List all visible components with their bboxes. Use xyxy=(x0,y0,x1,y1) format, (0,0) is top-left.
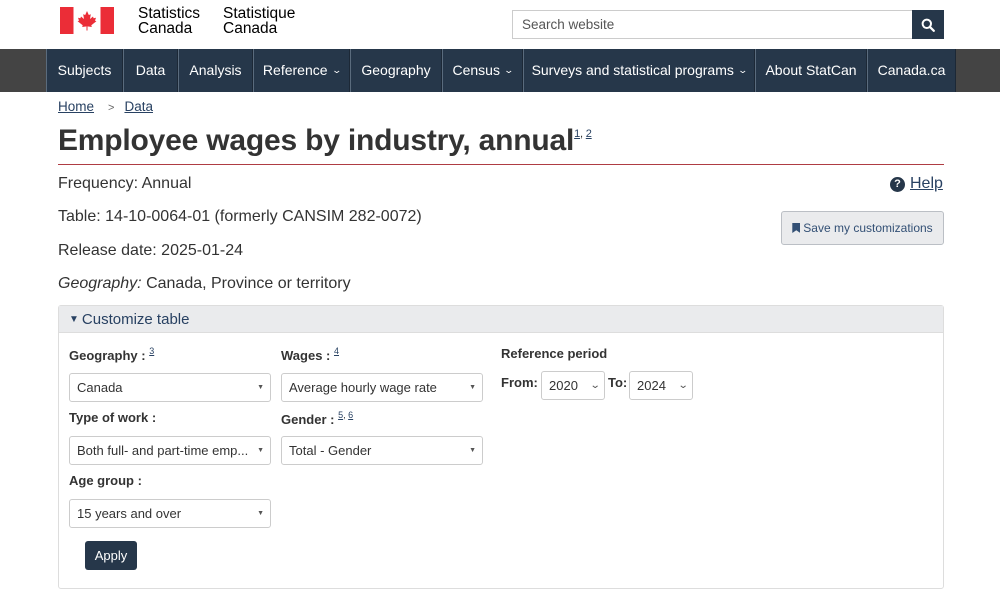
label-text: Geography : xyxy=(69,348,146,363)
dropdown-arrow-icon: ▼ xyxy=(257,510,264,517)
nav-item-subjects[interactable]: Subjects xyxy=(46,49,123,92)
footnote-link-6[interactable]: 6 xyxy=(348,410,353,420)
selected-value: Canada xyxy=(77,380,123,395)
search-button[interactable] xyxy=(912,10,944,39)
type-of-work-select[interactable]: Both full- and part-time emp... ▼ xyxy=(69,436,271,465)
breadcrumb: Home > Data xyxy=(58,99,153,114)
nav-item-data[interactable]: Data xyxy=(123,49,178,92)
footnote: 4 xyxy=(334,346,339,356)
dropdown-arrow-icon: ▼ xyxy=(469,447,476,454)
footnote-link-3[interactable]: 3 xyxy=(149,346,154,356)
page-title-text: Employee wages by industry, annual xyxy=(58,124,575,157)
wages-select[interactable]: Average hourly wage rate ▼ xyxy=(281,373,483,402)
type-of-work-select-label: Type of work : xyxy=(69,410,157,425)
title-divider xyxy=(58,164,944,165)
geography-select[interactable]: Canada ▼ xyxy=(69,373,271,402)
customize-table-panel: ▼ Customize table Geography : 3 Canada ▼ W… xyxy=(58,305,944,589)
chevron-down-icon: ⌄ xyxy=(737,65,748,75)
dropdown-arrow-icon: ▼ xyxy=(257,447,264,454)
help-link[interactable]: ? Help xyxy=(890,175,943,193)
triangle-down-icon: ▼ xyxy=(69,314,79,325)
nav-item-label: Geography xyxy=(361,62,431,78)
nav-item-geography[interactable]: Geography xyxy=(350,49,442,92)
breadcrumb-separator: > xyxy=(108,102,115,114)
chevron-down-icon: ⌄ xyxy=(503,65,515,75)
breadcrumb-data-link[interactable]: Data xyxy=(124,99,153,114)
main-nav-menu: Subjects Data Analysis Reference ⌄ Geogra… xyxy=(46,49,956,92)
search-icon xyxy=(921,18,935,32)
nav-item-label: Data xyxy=(135,62,166,78)
label-text: Wages : xyxy=(281,348,331,363)
nav-item-about[interactable]: About StatCan xyxy=(755,49,867,92)
dropdown-arrow-icon: ▼ xyxy=(257,384,264,391)
selected-value: Average hourly wage rate xyxy=(289,380,437,395)
brand-fr-line-2: Canada xyxy=(223,19,278,37)
page-title: Employee wages by industry, annual1, 2 xyxy=(58,124,592,158)
from-label: From: xyxy=(501,375,538,390)
brand-french[interactable]: Statistique Canada xyxy=(223,6,295,37)
save-customizations-button[interactable]: Save my customizations xyxy=(781,211,944,245)
selected-value: 2024 xyxy=(637,378,666,393)
chevron-down-icon: ⌄ xyxy=(589,380,601,391)
nav-item-canada-ca[interactable]: Canada.ca xyxy=(867,49,956,92)
table-id-text: Table: 14-10-0064-01 (formerly CANSIM 28… xyxy=(58,208,422,225)
brand-english[interactable]: Statistics Canada xyxy=(138,6,200,37)
selected-value: 2020 xyxy=(549,378,578,393)
nav-item-label: Reference xyxy=(262,62,328,78)
age-group-select[interactable]: 15 years and over ▼ xyxy=(69,499,271,528)
search-input[interactable]: Search website xyxy=(512,10,913,39)
wages-select-label: Wages : 4 xyxy=(281,346,339,363)
from-year-select[interactable]: 2020 ⌄ xyxy=(541,371,605,400)
footnote-link-2[interactable]: 2 xyxy=(586,128,592,140)
gender-select[interactable]: Total - Gender ▼ xyxy=(281,436,483,465)
to-label: To: xyxy=(608,375,628,390)
footnote-separator: , xyxy=(580,128,583,140)
save-customizations-label: Save my customizations xyxy=(803,221,933,235)
nav-item-label: About StatCan xyxy=(765,62,857,78)
selected-value: 15 years and over xyxy=(77,506,182,521)
nav-item-analysis[interactable]: Analysis xyxy=(178,49,253,92)
bookmark-icon xyxy=(792,223,801,233)
to-year-select[interactable]: 2024 ⌄ xyxy=(629,371,693,400)
apply-button[interactable]: Apply xyxy=(85,541,137,570)
nav-item-label: Analysis xyxy=(189,62,242,78)
nav-item-surveys[interactable]: Surveys and statistical programs ⌄ xyxy=(523,49,755,92)
breadcrumb-home-link[interactable]: Home xyxy=(58,99,94,114)
chevron-down-icon: ⌄ xyxy=(331,65,342,75)
geography-select-label: Geography : 3 xyxy=(69,346,154,363)
gender-select-label: Gender : 5, 6 xyxy=(281,410,353,427)
help-label: Help xyxy=(910,175,943,192)
selected-value: Both full- and part-time emp... xyxy=(77,443,249,458)
footnote-separator: , xyxy=(343,410,346,420)
site-header: Statistics Canada Statistique Canada Sea… xyxy=(0,0,1000,49)
footnote: 3 xyxy=(149,346,154,356)
help-icon: ? xyxy=(890,176,905,192)
customize-table-header: ▼ Customize table xyxy=(59,306,943,333)
geography-text: Geography: Canada, Province or territory xyxy=(58,275,351,293)
geography-value: Canada, Province or territory xyxy=(146,275,351,292)
label-text: Gender : xyxy=(281,412,335,427)
selected-value: Total - Gender xyxy=(289,443,372,458)
canada-flag-icon[interactable] xyxy=(60,7,114,34)
customize-table-toggle[interactable]: ▼ Customize table xyxy=(69,311,189,328)
release-date-text: Release date: 2025-01-24 xyxy=(58,242,244,259)
nav-item-census[interactable]: Census ⌄ xyxy=(442,49,523,92)
nav-item-reference[interactable]: Reference ⌄ xyxy=(253,49,350,92)
chevron-down-icon: ⌄ xyxy=(677,380,689,391)
geography-label: Geography: xyxy=(58,275,142,292)
main-nav: Subjects Data Analysis Reference ⌄ Geogra… xyxy=(0,49,1000,92)
nav-item-label: Canada.ca xyxy=(877,62,946,78)
dropdown-arrow-icon: ▼ xyxy=(469,384,476,391)
nav-item-label: Subjects xyxy=(57,62,112,78)
frequency-text: Frequency: Annual xyxy=(58,175,192,192)
nav-item-label: Surveys and statistical programs xyxy=(531,62,734,78)
customize-table-label: Customize table xyxy=(81,311,190,328)
footnote-link-4[interactable]: 4 xyxy=(334,346,339,356)
age-group-select-label: Age group : xyxy=(69,473,142,488)
footnotes: 5, 6 xyxy=(338,410,353,420)
reference-period-label: Reference period xyxy=(501,346,608,361)
title-footnotes: 1, 2 xyxy=(574,128,592,140)
brand-en-line-2: Canada xyxy=(138,19,193,37)
nav-item-label: Census xyxy=(452,62,500,78)
